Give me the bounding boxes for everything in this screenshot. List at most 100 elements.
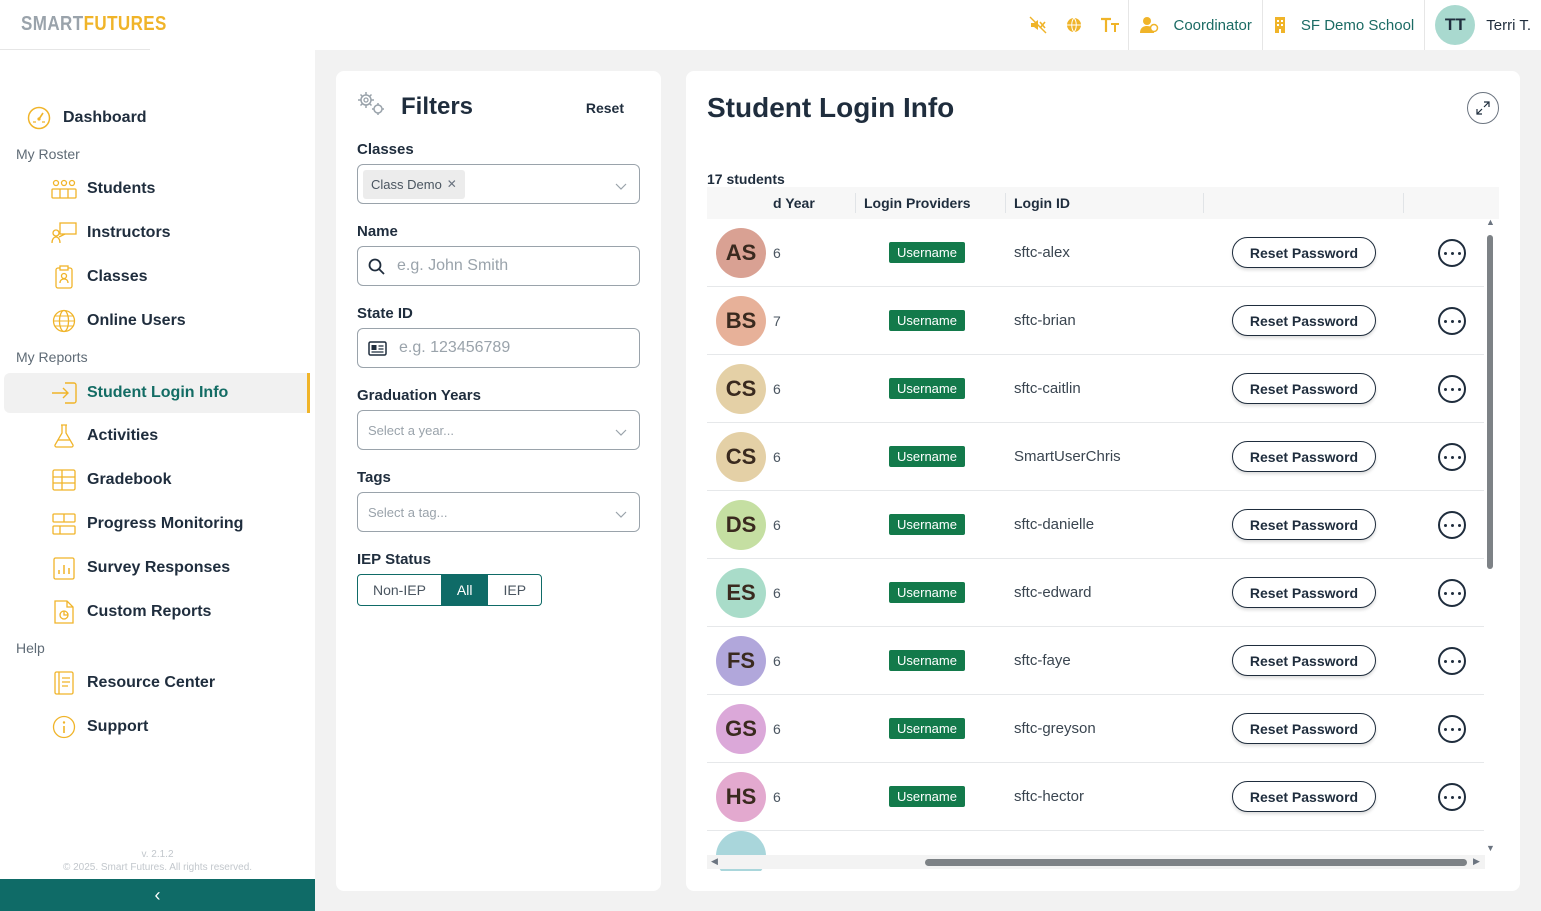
sidebar-item-label: Gradebook [87, 471, 172, 488]
role-switcher[interactable]: Coordinator [1129, 0, 1261, 50]
globe-icon[interactable] [1056, 0, 1092, 50]
sidebar-item-label: Student Login Info [87, 384, 229, 401]
grad-year-cell: 6 [773, 789, 781, 805]
expand-button[interactable] [1467, 92, 1499, 124]
sidebar-item-student-login-info[interactable]: Student Login Info [4, 373, 310, 413]
state-id-input[interactable]: e.g. 123456789 [357, 328, 640, 368]
more-options-icon[interactable] [1438, 511, 1466, 539]
more-options-icon[interactable] [1438, 715, 1466, 743]
custom-report-icon [51, 599, 77, 625]
sidebar-collapse-button[interactable]: ‹ [0, 879, 315, 911]
sidebar-item-dashboard[interactable]: Dashboard [27, 106, 147, 130]
avatar: BS [716, 296, 766, 346]
reset-password-button[interactable]: Reset Password [1232, 509, 1376, 540]
horizontal-scrollbar[interactable]: ◀ ▶ [707, 855, 1485, 869]
sidebar-item-gradebook[interactable]: Gradebook [4, 460, 310, 500]
reset-password-button[interactable]: Reset Password [1232, 441, 1376, 472]
reset-password-button[interactable]: Reset Password [1232, 713, 1376, 744]
provider-badge: Username [889, 446, 965, 467]
reset-password-button[interactable]: Reset Password [1232, 645, 1376, 676]
search-icon [368, 258, 385, 275]
mute-icon[interactable] [1020, 0, 1056, 50]
reset-password-button[interactable]: Reset Password [1232, 373, 1376, 404]
school-switcher[interactable]: SF Demo School [1263, 0, 1424, 50]
reset-password-button[interactable]: Reset Password [1232, 305, 1376, 336]
section-label-reports: My Reports [16, 349, 88, 365]
sidebar-item-activities[interactable]: Activities [4, 416, 310, 456]
avatar: ES [716, 568, 766, 618]
sidebar-item-custom-reports[interactable]: Custom Reports [4, 592, 310, 632]
section-label-help: Help [16, 640, 45, 656]
login-icon [51, 380, 77, 406]
more-options-icon[interactable] [1438, 443, 1466, 471]
more-options-icon[interactable] [1438, 375, 1466, 403]
grad-year-cell: 6 [773, 721, 781, 737]
globe-icon [51, 308, 77, 334]
tags-select[interactable]: Select a tag... [357, 492, 640, 532]
student-count: 17 students [707, 171, 785, 187]
page-title: Student Login Info [707, 92, 955, 123]
scroll-down-arrow[interactable]: ▼ [1486, 843, 1495, 853]
more-options-icon[interactable] [1438, 647, 1466, 675]
more-options-icon[interactable] [1438, 579, 1466, 607]
column-header-login-id[interactable]: Login ID [1014, 195, 1070, 211]
login-id-cell: sftc-edward [1014, 584, 1092, 601]
section-label-roster: My Roster [16, 146, 80, 162]
sidebar-item-classes[interactable]: Classes [4, 257, 310, 297]
sidebar-item-students[interactable]: Students [4, 169, 310, 209]
scroll-left-arrow[interactable]: ◀ [711, 856, 718, 867]
vertical-scrollbar[interactable]: ▲ ▼ [1485, 217, 1495, 855]
book-icon [51, 670, 77, 696]
sidebar-item-label: Survey Responses [87, 559, 231, 576]
login-id-cell: SmartUserChris [1014, 448, 1121, 465]
iep-option-non-iep[interactable]: Non-IEP [358, 575, 442, 605]
version-label: v. 2.1.2 [141, 849, 174, 860]
graduation-years-select[interactable]: Select a year... [357, 410, 640, 450]
sidebar-item-online-users[interactable]: Online Users [4, 301, 310, 341]
user-menu[interactable]: TT Terri T. [1425, 0, 1541, 50]
students-icon [51, 176, 77, 202]
sidebar-item-survey-responses[interactable]: Survey Responses [4, 548, 310, 588]
scroll-up-arrow[interactable]: ▲ [1486, 217, 1495, 227]
classes-select[interactable]: Class Demo ✕ [357, 164, 640, 204]
chevron-down-icon [615, 424, 627, 442]
gradebook-icon [51, 467, 77, 493]
reset-password-button[interactable]: Reset Password [1232, 577, 1376, 608]
vertical-scroll-thumb[interactable] [1487, 235, 1493, 569]
sidebar-item-label: Support [87, 718, 149, 735]
smart-futures-logo[interactable]: SMARTFUTURES [21, 13, 167, 36]
sidebar-item-support[interactable]: Support [4, 707, 310, 747]
table-row: GS 6 Username sftc-greyson Reset Passwor… [707, 695, 1484, 763]
more-options-icon[interactable] [1438, 783, 1466, 811]
table-row: HS 6 Username sftc-hector Reset Password [707, 763, 1484, 831]
avatar: TT [1435, 5, 1476, 45]
progress-icon [51, 511, 77, 537]
reset-filters-button[interactable]: Reset [586, 100, 624, 116]
text-size-icon[interactable] [1092, 0, 1128, 50]
more-options-icon[interactable] [1438, 307, 1466, 335]
name-search-input[interactable]: e.g. John Smith [357, 246, 640, 286]
provider-badge: Username [889, 786, 965, 807]
table-row: AS 6 Username sftc-alex Reset Password [707, 219, 1484, 287]
sidebar-item-label: Classes [87, 268, 148, 285]
provider-badge: Username [889, 650, 965, 671]
grad-year-cell: 6 [773, 517, 781, 533]
column-header-login-providers[interactable]: Login Providers [864, 195, 971, 211]
iep-option-all[interactable]: All [441, 575, 489, 605]
reset-password-button[interactable]: Reset Password [1232, 781, 1376, 812]
sidebar-item-progress-monitoring[interactable]: Progress Monitoring [4, 504, 310, 544]
column-header-grad-year[interactable]: d Year [773, 195, 815, 211]
gears-icon [357, 91, 387, 122]
reset-password-button[interactable]: Reset Password [1232, 237, 1376, 268]
grad-year-cell: 6 [773, 381, 781, 397]
state-id-label: State ID [357, 305, 413, 322]
scroll-right-arrow[interactable]: ▶ [1473, 856, 1480, 867]
close-icon[interactable]: ✕ [447, 177, 457, 191]
grad-year-cell: 6 [773, 449, 781, 465]
sidebar-item-instructors[interactable]: Instructors [4, 213, 310, 253]
more-options-icon[interactable] [1438, 239, 1466, 267]
sidebar-item-resource-center[interactable]: Resource Center [4, 663, 310, 703]
iep-option-iep[interactable]: IEP [488, 575, 541, 605]
table-row: CS 6 Username sftc-caitlin Reset Passwor… [707, 355, 1484, 423]
horizontal-scroll-thumb[interactable] [925, 859, 1467, 866]
